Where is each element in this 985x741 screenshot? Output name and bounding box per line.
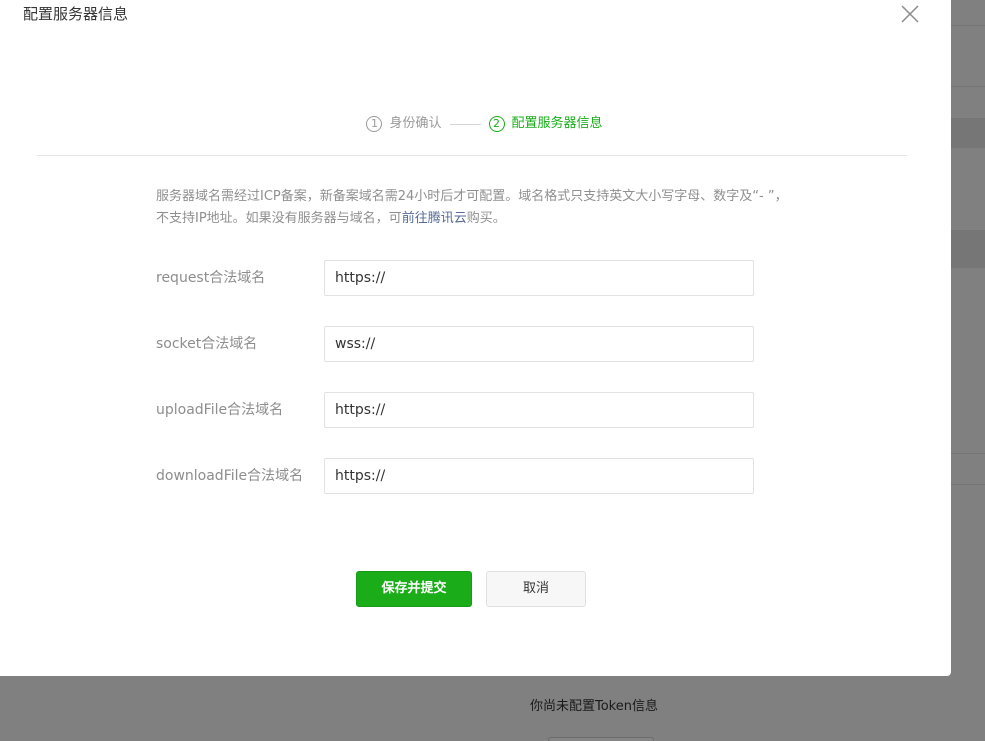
step-number: 1 <box>366 116 383 132</box>
close-icon <box>901 5 919 23</box>
step-identity-confirm: 1 身份确认 <box>366 114 442 134</box>
upload-domain-label: uploadFile合法域名 <box>156 402 284 418</box>
step-label: 配置服务器信息 <box>511 116 603 131</box>
download-domain-label: downloadFile合法域名 <box>156 468 304 484</box>
background-row <box>951 118 985 148</box>
upload-domain-input[interactable] <box>324 392 754 428</box>
server-config-dialog: 配置服务器信息 1 身份确认 2 配置服务器信息 服务器域名需经过ICP备案，新… <box>0 0 951 676</box>
step-indicator: 1 身份确认 2 配置服务器信息 <box>0 113 951 135</box>
socket-domain-input[interactable] <box>324 326 754 362</box>
cancel-button[interactable]: 取消 <box>486 571 586 607</box>
save-submit-button[interactable]: 保存并提交 <box>356 571 472 607</box>
download-domain-input[interactable] <box>324 458 754 494</box>
step-connector <box>449 123 481 125</box>
notice-text-end: 购买。 <box>466 211 506 226</box>
background-divider <box>951 453 985 454</box>
step-label: 身份确认 <box>389 116 442 131</box>
background-divider <box>951 25 985 26</box>
close-button[interactable] <box>898 2 922 26</box>
background-divider <box>951 484 985 485</box>
step-server-config: 2 配置服务器信息 <box>488 114 603 134</box>
dialog-title: 配置服务器信息 <box>23 5 129 23</box>
header-divider <box>37 155 907 156</box>
socket-domain-row: socket合法域名 <box>156 326 756 362</box>
request-domain-label: request合法域名 <box>156 270 266 286</box>
background-button <box>548 737 654 741</box>
domain-notice: 服务器域名需经过ICP备案，新备案域名需24小时后才可配置。域名格式只支持英文大… <box>156 186 796 230</box>
request-domain-input[interactable] <box>324 260 754 296</box>
step-number: 2 <box>488 116 505 132</box>
token-notice: 你尚未配置Token信息 <box>530 699 658 714</box>
upload-domain-row: uploadFile合法域名 <box>156 392 756 428</box>
request-domain-row: request合法域名 <box>156 260 756 296</box>
download-domain-row: downloadFile合法域名 <box>156 458 756 494</box>
tencent-cloud-link[interactable]: 前往腾讯云 <box>402 211 467 226</box>
background-row <box>951 230 985 268</box>
socket-domain-label: socket合法域名 <box>156 336 258 352</box>
background-divider <box>951 86 985 87</box>
